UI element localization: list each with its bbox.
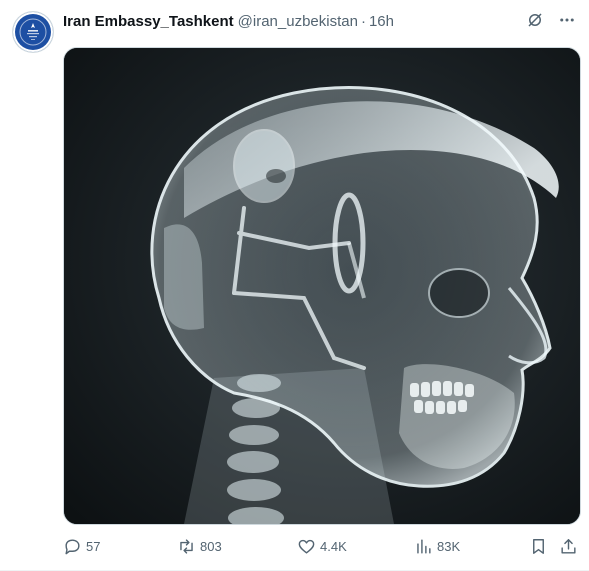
bookmark-icon <box>533 538 544 554</box>
views-button[interactable]: 83K <box>414 534 460 558</box>
reply-icon <box>65 538 80 554</box>
heart-icon <box>298 539 315 554</box>
author-name[interactable]: Iran Embassy_Tashkent <box>63 13 234 30</box>
like-count: 4.4K <box>320 538 347 554</box>
top-actions <box>525 10 577 30</box>
grok-icon <box>528 13 542 27</box>
bookmark-button[interactable] <box>529 534 548 558</box>
tweet-card[interactable]: Iran Embassy_Tashkent @iran_uzbekistan ·… <box>0 0 589 571</box>
more-icon <box>560 18 574 22</box>
share-button[interactable] <box>559 534 578 558</box>
views-count: 83K <box>437 538 461 554</box>
tweet-header: Iran Embassy_Tashkent @iran_uzbekistan ·… <box>63 11 394 31</box>
author-handle[interactable]: @iran_uzbekistan <box>238 13 358 30</box>
reply-button[interactable]: 57 <box>63 534 100 558</box>
analytics-icon <box>417 538 431 554</box>
xray-illustration <box>64 48 580 524</box>
separator-dot: · <box>360 12 366 30</box>
repost-count: 803 <box>200 538 222 554</box>
repost-button[interactable]: 803 <box>177 534 222 558</box>
reply-count: 57 <box>86 538 101 554</box>
embassy-emblem-icon <box>19 18 47 46</box>
avatar[interactable] <box>13 12 53 52</box>
grok-button[interactable] <box>525 10 545 30</box>
tweet-media-image[interactable] <box>63 47 581 525</box>
more-button[interactable] <box>557 10 577 30</box>
timestamp[interactable]: 16h <box>369 13 394 30</box>
share-icon <box>561 538 576 554</box>
like-button[interactable]: 4.4K <box>297 534 347 558</box>
tweet-actions: 57 803 4.4K 83K <box>63 534 579 558</box>
repost-icon <box>180 538 193 554</box>
